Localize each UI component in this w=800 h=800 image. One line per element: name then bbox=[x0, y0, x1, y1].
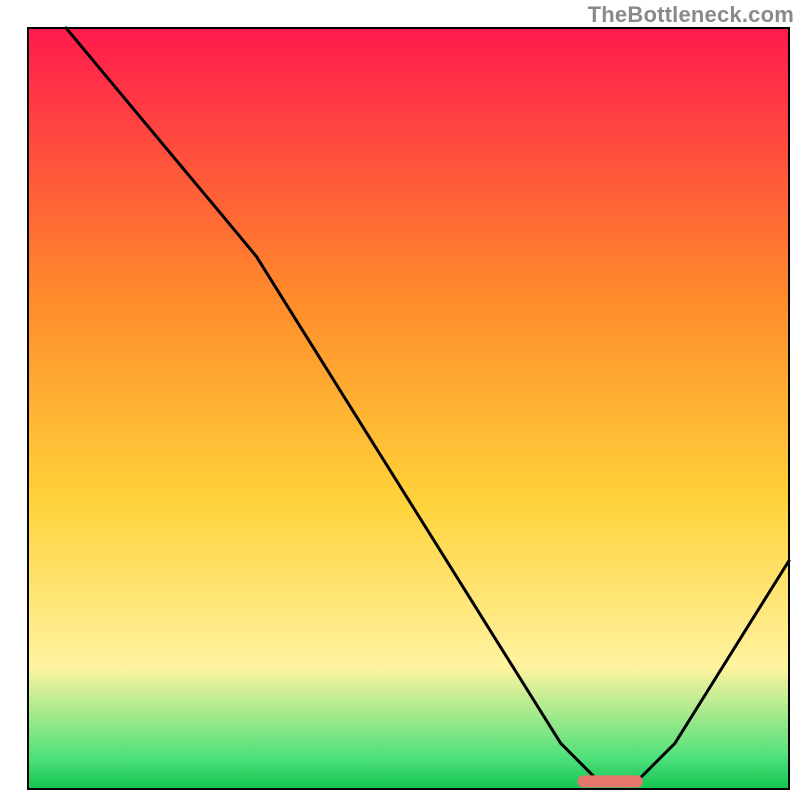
plot-background bbox=[28, 28, 789, 789]
chart-container: TheBottleneck.com bbox=[0, 0, 800, 800]
bottleneck-chart bbox=[0, 0, 800, 800]
watermark-text: TheBottleneck.com bbox=[588, 2, 794, 28]
